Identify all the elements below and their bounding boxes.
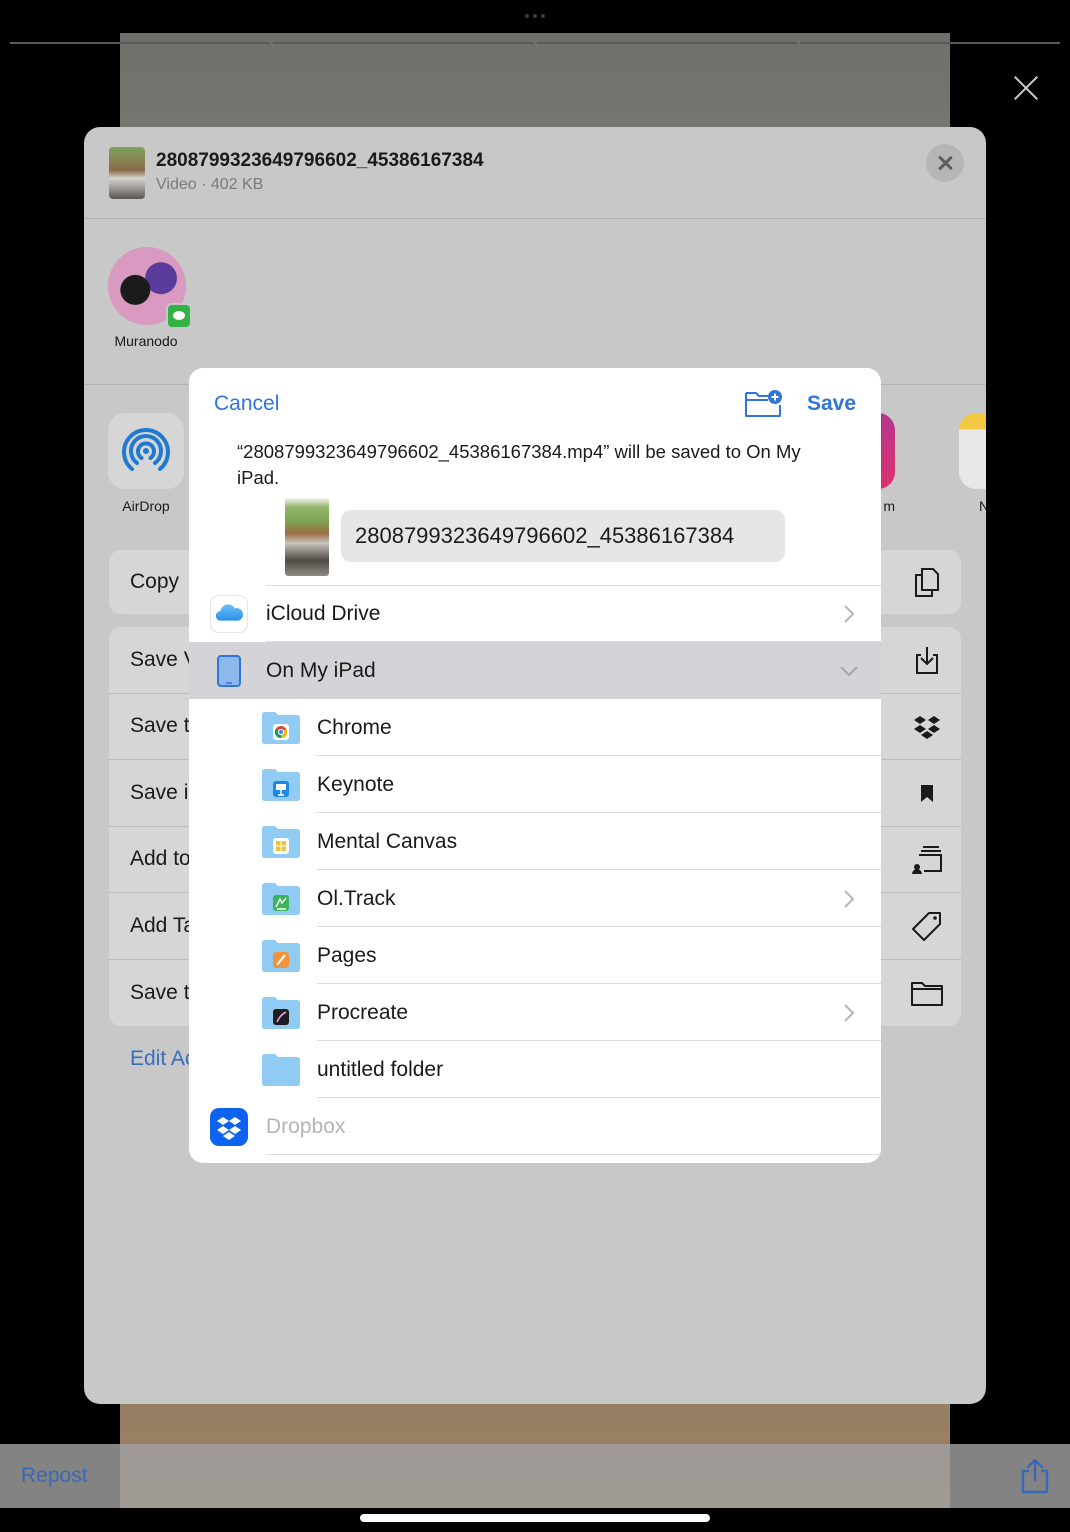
folder-chrome[interactable]: Chrome — [189, 699, 881, 756]
chevron-right-icon — [844, 1003, 855, 1022]
avatar — [108, 247, 192, 329]
close-share-sheet-button[interactable] — [926, 144, 964, 182]
chrome-folder-icon — [262, 711, 300, 744]
action-label: Add to — [130, 847, 191, 871]
file-thumbnail — [109, 147, 145, 199]
oltrack-folder-icon — [262, 882, 300, 915]
app-airdrop[interactable]: AirDrop — [108, 413, 184, 514]
save-destination-message: “2808799323649796602_45386167384.mp4” wi… — [237, 441, 801, 488]
shared-album-icon — [912, 846, 942, 875]
icloud-icon — [210, 594, 248, 633]
ipad-icon — [217, 654, 241, 687]
folder-icon — [262, 1053, 300, 1086]
edit-actions-link[interactable]: Edit Ac — [130, 1047, 195, 1071]
mental-canvas-folder-icon — [262, 825, 300, 858]
folder-label: untitled folder — [317, 1057, 444, 1081]
location-label: Dropbox — [266, 1114, 346, 1138]
folder-label: Mental Canvas — [317, 829, 458, 853]
location-dropbox: Dropbox — [189, 1098, 881, 1155]
share-sheet-header: 2808799323649796602_45386167384 Video · … — [84, 127, 986, 219]
save-button[interactable]: Save — [807, 392, 856, 416]
file-thumbnail — [285, 498, 329, 576]
folder-label: Keynote — [317, 772, 395, 796]
contact-name: Muranodo — [114, 333, 178, 349]
folder-mental-canvas[interactable]: Mental Canvas — [189, 813, 881, 870]
folder-label: Procreate — [317, 1000, 409, 1024]
bookmark-icon — [921, 784, 933, 802]
close-icon[interactable] — [1008, 70, 1044, 106]
notes-icon — [959, 413, 986, 489]
new-folder-icon[interactable] — [744, 389, 784, 419]
folder-oltrack[interactable]: Ol.Track — [189, 870, 881, 927]
line-app-icon — [166, 303, 192, 329]
action-label: Save V — [130, 647, 198, 671]
folder-keynote[interactable]: Keynote — [189, 756, 881, 813]
folder-untitled[interactable]: untitled folder — [189, 1041, 881, 1098]
dropbox-icon — [210, 1107, 248, 1146]
app-label: AirDrop — [122, 498, 170, 514]
chevron-right-icon — [844, 889, 855, 908]
copy-icon — [915, 568, 939, 597]
folder-procreate[interactable]: Procreate — [189, 984, 881, 1041]
file-title: 2808799323649796602_45386167384 — [156, 150, 484, 171]
contact-muranodo[interactable]: Muranodo — [108, 247, 192, 349]
folder-label: Pages — [317, 943, 377, 967]
folder-label: Ol.Track — [317, 886, 396, 910]
chevron-down-icon — [840, 665, 858, 677]
app-notes[interactable]: N — [959, 413, 986, 514]
location-label: iCloud Drive — [266, 601, 381, 625]
save-download-icon — [916, 646, 938, 674]
action-label: Add Ta — [130, 913, 195, 937]
pages-folder-icon — [262, 939, 300, 972]
app-label: N — [979, 498, 986, 514]
dropbox-icon — [914, 716, 940, 740]
chevron-right-icon — [844, 604, 855, 623]
action-label: Save i — [130, 780, 189, 804]
folder-icon — [911, 981, 943, 1006]
folder-pages[interactable]: Pages — [189, 927, 881, 984]
location-list: iCloud Drive On My iPad Chrome Keynote M… — [189, 585, 881, 1155]
action-label: Save t — [130, 980, 190, 1004]
location-icloud-drive[interactable]: iCloud Drive — [189, 585, 881, 642]
location-on-my-ipad[interactable]: On My iPad — [189, 642, 881, 699]
procreate-folder-icon — [262, 996, 300, 1029]
action-label: Copy — [130, 570, 180, 593]
action-label: Save t — [130, 714, 190, 738]
tag-icon — [912, 911, 941, 941]
filename-input[interactable] — [341, 510, 785, 562]
save-to-files-dialog: Cancel Save “2808799323649796602_4538616… — [189, 368, 881, 1163]
cancel-button[interactable]: Cancel — [214, 392, 279, 416]
repost-button[interactable]: Repost — [21, 1464, 88, 1488]
keynote-folder-icon — [262, 768, 300, 801]
more-dots-icon[interactable] — [520, 11, 550, 21]
story-progress-bar — [10, 42, 1060, 44]
home-indicator — [360, 1514, 710, 1522]
bottom-toolbar — [0, 1444, 1070, 1508]
location-label: On My iPad — [266, 658, 376, 682]
divider — [266, 1154, 881, 1155]
share-icon[interactable] — [1018, 1457, 1052, 1495]
airdrop-icon — [108, 413, 184, 489]
file-subtitle: Video · 402 KB — [156, 176, 264, 193]
folder-label: Chrome — [317, 715, 392, 739]
